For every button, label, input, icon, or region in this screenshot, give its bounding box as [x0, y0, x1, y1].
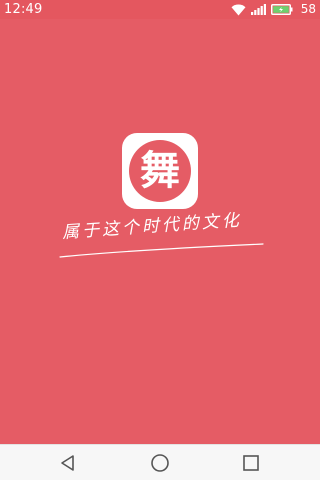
- battery-charging-icon: [270, 4, 293, 15]
- back-icon: [61, 454, 74, 471]
- status-icons: 58: [231, 0, 316, 19]
- slogan-underline: [59, 243, 264, 258]
- status-time: 12:49: [4, 2, 43, 17]
- slogan-text: 属于这个时代的文化: [61, 210, 243, 243]
- home-icon: [151, 453, 169, 472]
- status-bar: 12:49 58: [0, 0, 320, 19]
- app-logo-glyph: 舞: [140, 147, 180, 194]
- splash-screen: 舞 属于这个时代的文化: [0, 19, 320, 444]
- app-logo: 舞: [122, 133, 198, 209]
- signal-icon: [250, 4, 266, 15]
- home-button[interactable]: [130, 445, 190, 480]
- battery-percentage: 58: [300, 2, 316, 16]
- recent-apps-icon: [243, 454, 259, 471]
- navigation-bar: [0, 444, 320, 480]
- app-logo-circle: 舞: [129, 140, 191, 202]
- wifi-icon: [231, 4, 246, 16]
- back-button[interactable]: [38, 445, 98, 480]
- recent-apps-button[interactable]: [221, 445, 281, 480]
